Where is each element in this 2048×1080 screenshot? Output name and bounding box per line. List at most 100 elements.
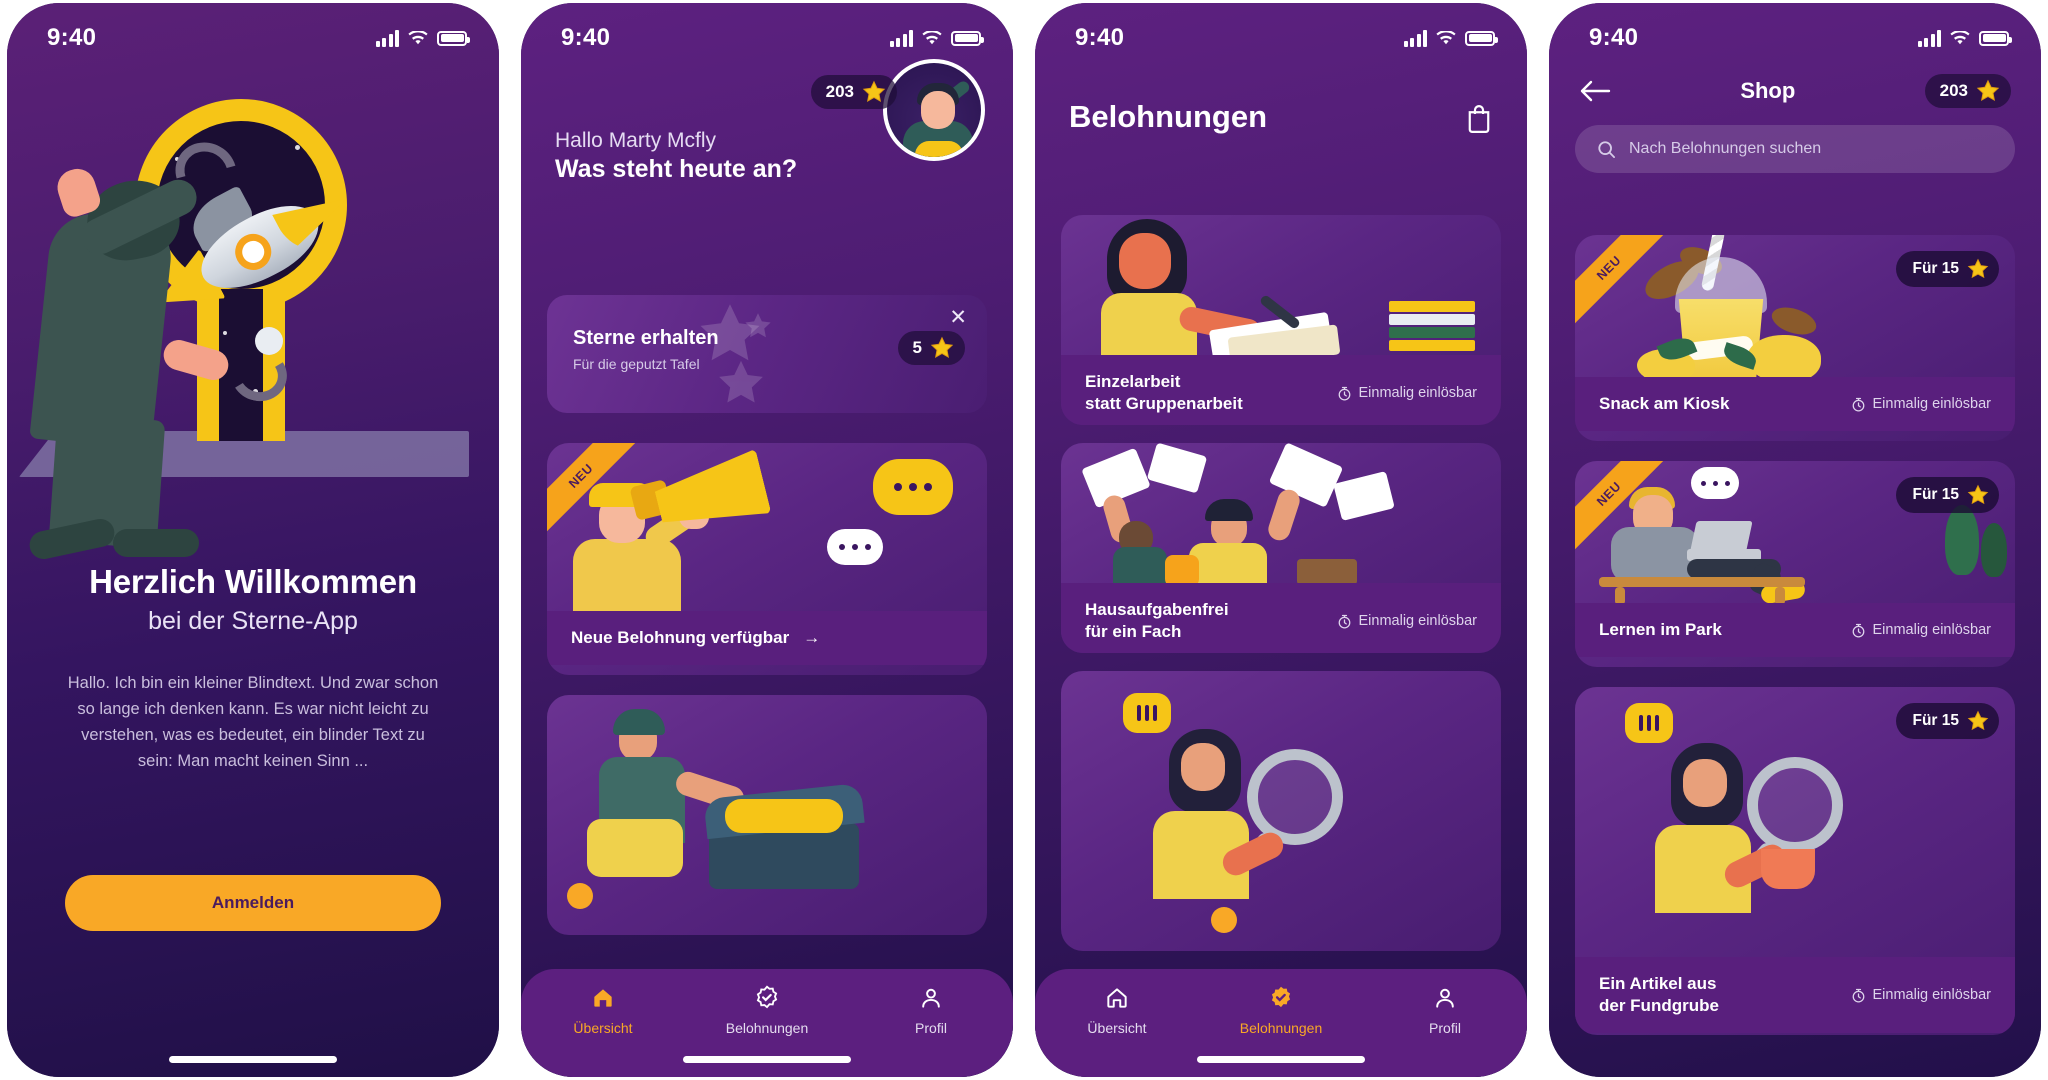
shop-item-meta-text: Einmalig einlösbar: [1872, 396, 1991, 412]
reward-meta-text: Einmalig einlösbar: [1358, 613, 1477, 629]
status-time: 9:40: [1075, 24, 1125, 51]
person-icon: [922, 988, 940, 1008]
screenshot-stage: 9:40 Herzlich Willkommen bei der Sterne-…: [0, 0, 2048, 1080]
nav-label: Profil: [1429, 1020, 1461, 1036]
price-badge: Für 15: [1896, 251, 1999, 287]
user-avatar[interactable]: [883, 59, 985, 161]
status-time: 9:40: [47, 24, 97, 51]
star-icon: [1967, 710, 1989, 731]
price-badge: Für 15: [1896, 703, 1999, 739]
status-bar: 9:40: [1035, 3, 1527, 61]
home-indicator: [1197, 1056, 1365, 1063]
welcome-text-block: Herzlich Willkommen bei der Sterne-App H…: [7, 563, 499, 774]
price-text: Für 15: [1912, 260, 1959, 277]
shop-item-card[interactable]: NEU Für 15: [1575, 461, 2015, 667]
badge-check-icon: [756, 985, 778, 1009]
teacher-illustration: [1061, 215, 1501, 355]
shop-item-meta: Einmalig einlösbar: [1851, 987, 1991, 1003]
page-title: Belohnungen: [1069, 99, 1268, 134]
badge-check-icon: [1271, 986, 1291, 1008]
shop-header: Shop 203: [1549, 61, 2041, 121]
chat-bubble-icon: [873, 459, 953, 515]
star-balance-badge[interactable]: 203: [810, 75, 897, 109]
status-indicators: [1917, 29, 2012, 47]
welcome-paragraph: Hallo. Ich bin ein kleiner Blindtext. Un…: [67, 674, 439, 770]
status-bar: 9:40: [1549, 3, 2041, 61]
arrow-right-icon: →: [803, 628, 821, 647]
status-indicators: [375, 29, 470, 47]
nav-label: Belohnungen: [1239, 1020, 1323, 1036]
nav-item-belohnungen[interactable]: Belohnungen: [1221, 985, 1341, 1036]
wifi-icon: [922, 30, 942, 44]
search-input[interactable]: Nach Belohnungen suchen: [1575, 125, 2015, 173]
search-icon: [1598, 140, 1616, 158]
shop-item-card[interactable]: NEU Für 15: [1575, 235, 2015, 441]
nav-label: Profil: [915, 1020, 947, 1036]
nav-item-profil[interactable]: Profil: [871, 985, 991, 1036]
home-icon: [594, 989, 612, 1007]
stopwatch-icon: [1852, 397, 1864, 412]
status-time: 9:40: [561, 24, 611, 51]
page-title: Herzlich Willkommen: [89, 563, 417, 600]
shop-item-title-line2: der Fundgrube: [1599, 996, 1719, 1015]
reward-card[interactable]: Einzelarbeit statt Gruppenarbeit Einmali…: [1061, 215, 1501, 425]
nav-item-profil[interactable]: Profil: [1385, 985, 1505, 1036]
reward-meta: Einmalig einlösbar: [1337, 385, 1477, 401]
battery-full-icon: [437, 30, 470, 46]
signal-bars-icon: [1917, 29, 1941, 47]
nav-item-uebersicht[interactable]: Übersicht: [543, 985, 663, 1036]
signal-bars-icon: [375, 29, 399, 47]
page-subtitle: bei der Sterne-App: [148, 607, 358, 635]
person-figure: [27, 137, 232, 562]
status-bar: 9:40: [521, 3, 1013, 61]
stars-card-title: Sterne erhalten: [573, 327, 719, 349]
price-text: Für 15: [1912, 712, 1959, 729]
home-indicator: [683, 1056, 851, 1063]
phone-overview: 9:40 203 Hallo Marty Mcfly Was steht heu…: [521, 3, 1013, 1077]
reward-meta: Einmalig einlösbar: [1337, 613, 1477, 629]
megaphone-illustration: [547, 443, 987, 611]
chat-bubble-icon: [1691, 467, 1739, 499]
reward-title-line2: für ein Fach: [1085, 622, 1182, 641]
star-icon: [1967, 484, 1989, 505]
shop-item-meta: Einmalig einlösbar: [1851, 396, 1991, 412]
close-icon[interactable]: ✕: [949, 307, 967, 328]
signal-bars-icon: [889, 29, 913, 47]
wifi-icon: [408, 30, 428, 44]
status-indicators: [889, 29, 984, 47]
welcome-illustration: [7, 43, 499, 563]
shop-item-meta-text: Einmalig einlösbar: [1872, 622, 1991, 638]
nav-item-uebersicht[interactable]: Übersicht: [1057, 985, 1177, 1036]
battery-full-icon: [1465, 30, 1498, 46]
shop-item-title-line1: Ein Artikel aus: [1599, 974, 1717, 993]
shopping-bag-icon[interactable]: [1465, 103, 1493, 133]
stars-received-card[interactable]: Sterne erhalten Für die geputzt Tafel 5 …: [547, 295, 987, 413]
wifi-icon: [1950, 30, 1970, 44]
shop-item-meta: Einmalig einlösbar: [1851, 622, 1991, 638]
nav-item-belohnungen[interactable]: Belohnungen: [707, 985, 827, 1036]
screen-welcome: 9:40 Herzlich Willkommen bei der Sterne-…: [7, 3, 499, 1077]
shop-item-card[interactable]: Für 15 Ein Artikel aus der Fundgrube Ein…: [1575, 687, 2015, 1035]
treasure-card[interactable]: [547, 695, 987, 935]
anmelden-button[interactable]: Anmelden: [65, 875, 441, 931]
reward-card[interactable]: Hausaufgabenfrei für ein Fach Einmalig e…: [1061, 443, 1501, 653]
stars-card-amount: 5: [912, 338, 922, 357]
greeting-name: Hallo Marty Mcfly: [555, 129, 717, 152]
shop-item-title: Snack am Kiosk: [1599, 394, 1730, 413]
shop-item-meta-text: Einmalig einlösbar: [1872, 987, 1991, 1003]
greeting-question: Was steht heute an?: [555, 155, 798, 183]
price-text: Für 15: [1912, 486, 1959, 503]
nav-label: Belohnungen: [725, 1020, 809, 1036]
star-icon: [1967, 258, 1989, 279]
star-icon: [1976, 79, 2000, 101]
new-reward-card[interactable]: NEU Neue Belohnung verfügbar →: [547, 443, 987, 675]
reward-title-line2: statt Gruppenarbeit: [1085, 394, 1243, 413]
star-icon: [930, 336, 954, 358]
reward-title-line1: Hausaufgabenfrei: [1085, 600, 1229, 619]
battery-full-icon: [951, 30, 984, 46]
phone-shop: 9:40 Shop 203 Nach Belohnungen suchen NE…: [1549, 3, 2041, 1077]
star-icon: [862, 80, 886, 102]
star-balance-badge[interactable]: 203: [1924, 74, 2011, 108]
reward-card[interactable]: [1061, 671, 1501, 951]
arrow-left-icon[interactable]: [1579, 80, 1611, 102]
